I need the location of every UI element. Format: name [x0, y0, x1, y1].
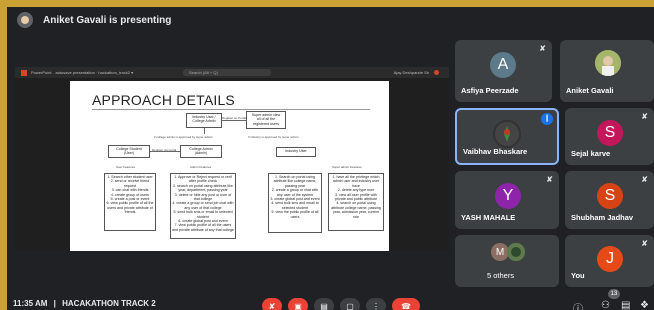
meeting-title: HACAKATHON TRACK 2 [62, 299, 156, 308]
mic-off-icon: ✘ [539, 44, 546, 53]
powerpoint-icon [21, 69, 27, 76]
participant-name: You [571, 271, 585, 280]
participant-name: YASH MAHALE [461, 213, 516, 222]
mic-toggle-button[interactable]: ✘ [262, 298, 282, 310]
avatar: J [597, 246, 623, 272]
participant-name: Asfiya Peerzade [461, 86, 519, 95]
approve-label-right: if industry is approved by super admin [248, 135, 299, 139]
connector [204, 128, 205, 134]
user-features-label: User Features [116, 165, 136, 169]
participant-tile[interactable]: Y ✘ YASH MAHALE [455, 171, 559, 229]
activities-icon: ❖ [640, 300, 649, 310]
mic-off-icon: ✘ [641, 239, 648, 248]
participant-tile[interactable]: S ✘ Shubham Jadhav [565, 171, 654, 229]
avatar [595, 50, 621, 76]
people-icon: ⚇ [601, 300, 610, 310]
participant-name: Vaibhav Bhaskare [463, 147, 528, 156]
camera-toggle-button[interactable]: ▣ [288, 298, 308, 310]
people-count-badge: 13 [608, 289, 620, 299]
user-features-box: 1. Search other student user 2. send or … [104, 173, 156, 231]
present-button[interactable]: ▢ [340, 298, 360, 310]
industry-features-box: 1. Search on portal using attribute like… [268, 173, 322, 233]
avatar: S [597, 183, 623, 209]
register-label: Register on Portal [222, 116, 247, 120]
camera-off-icon: ▣ [294, 301, 302, 310]
captions-button[interactable]: ▤ [314, 298, 334, 310]
user-avatar [434, 70, 439, 75]
connector [150, 151, 180, 152]
participant-name: Sejal karve [571, 149, 611, 158]
participant-tile-self[interactable]: J ✘ You [565, 235, 654, 287]
avatar: S [597, 120, 623, 146]
slide-title: APPROACH DETAILS [92, 92, 235, 108]
avatar [493, 120, 521, 148]
info-button[interactable]: ⓘ [573, 300, 583, 310]
captions-icon: ▤ [320, 301, 328, 310]
participant-tile-others[interactable]: M 5 others [455, 235, 559, 287]
chat-button[interactable]: ▤ [621, 300, 630, 310]
avatar: Y [495, 183, 521, 209]
presenter-avatar [17, 12, 33, 28]
app-user-name: Ajay Deshpande Sir [393, 70, 429, 75]
meeting-time: 11:35 AM [13, 299, 48, 308]
participant-tile[interactable]: Aniket Gavali [560, 40, 654, 102]
end-call-icon: ☎ [401, 301, 411, 310]
title-divider [92, 109, 370, 110]
present-icon: ▢ [346, 301, 354, 310]
participant-name: Aniket Gavali [566, 86, 614, 95]
end-call-button[interactable]: ☎ [392, 298, 420, 310]
presenting-text: Aniket Gavali is presenting [43, 14, 172, 26]
chat-icon: ▤ [621, 300, 631, 310]
app-name: PowerPoint [31, 70, 52, 75]
file-name: autosave presentation · hackathon_track2… [55, 70, 134, 75]
info-icon: ⓘ [573, 304, 583, 310]
separator: | [53, 299, 56, 308]
super-admin-features-label: Super admin Features [332, 165, 362, 169]
participant-tile[interactable]: A ✘ Asfiya Peerzade [455, 40, 552, 102]
people-button[interactable]: ⚇ [601, 300, 610, 310]
admin-features-box: 1. Approve or Reject request or verif af… [170, 173, 236, 239]
connector [222, 120, 246, 121]
node-industry-user: Industry User [276, 147, 316, 157]
presenting-banner: Aniket Gavali is presenting [7, 7, 654, 33]
approve-label-left: if college admin is approved by super ad… [154, 135, 213, 139]
mic-off-icon: ✘ [641, 112, 648, 121]
node-college-admin: College Admin (Admin) [180, 145, 222, 158]
participant-name: 5 others [487, 271, 515, 280]
avatar: A [490, 52, 516, 78]
more-options-button[interactable]: ⋮ [366, 298, 386, 310]
meet-window: Aniket Gavali is presenting PowerPoint a… [7, 7, 654, 310]
more-options-icon: ⋮ [372, 301, 380, 310]
participant-tile-speaking[interactable]: ❙ Vaibhav Bhaskare [455, 108, 559, 165]
participant-name: Shubham Jadhav [571, 213, 634, 222]
app-titlebar: PowerPoint autosave presentation · hacka… [15, 67, 449, 78]
app-search-box: Search (Alt + Q) [183, 69, 271, 76]
mic-off-icon: ✘ [268, 301, 276, 310]
node-industry-college-admin: Industry User / College Admin [186, 113, 222, 128]
super-admin-features-box: 1. have all the privilege which admin us… [328, 173, 384, 231]
node-college-student: College Student (User) [108, 145, 150, 158]
node-super-admin-view: Super admin view all of all the register… [246, 111, 286, 129]
avatar-photo [507, 243, 525, 261]
participant-tile[interactable]: S ✘ Sejal karve [565, 108, 654, 165]
mic-off-icon: ✘ [641, 175, 648, 184]
bottom-toolbar: 11:35 AM | HACAKATHON TRACK 2 ✘ ▣ ▤ ▢ ⋮ … [7, 289, 654, 310]
shared-screen[interactable]: PowerPoint autosave presentation · hacka… [15, 67, 449, 251]
meeting-info-text: 11:35 AM | HACAKATHON TRACK 2 [13, 299, 156, 308]
mic-off-icon: ✘ [546, 175, 553, 184]
slide: APPROACH DETAILS Industry User / College… [70, 81, 389, 251]
speaking-indicator-icon: ❙ [541, 113, 553, 125]
activities-button[interactable]: ❖ [640, 300, 649, 310]
admin-features-label: Admin Features [190, 165, 212, 169]
